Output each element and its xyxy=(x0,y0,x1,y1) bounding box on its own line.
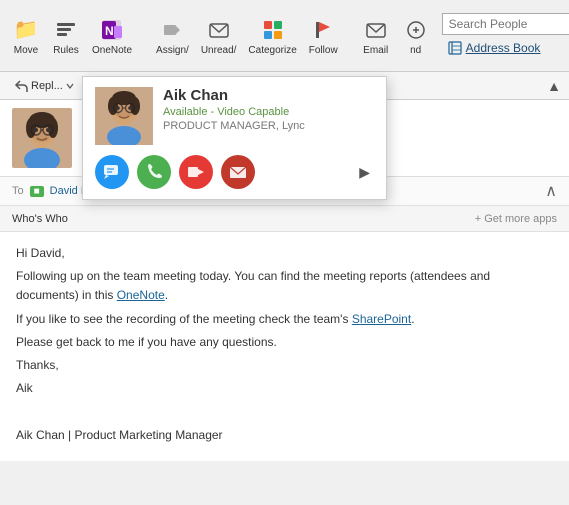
popup-contact-name: Aik Chan xyxy=(163,87,374,104)
unread-label: Unread/ xyxy=(201,45,237,56)
onenote-button[interactable]: N OneNote xyxy=(88,12,136,60)
nd-button[interactable]: nd xyxy=(398,12,434,60)
search-area: Address Book xyxy=(442,13,569,59)
rules-icon xyxy=(52,16,80,44)
rules-button[interactable]: Rules xyxy=(48,12,84,60)
reply-label: Repl... xyxy=(31,80,63,92)
body-dot2: . xyxy=(411,312,414,326)
body-line6: Thanks, xyxy=(16,356,553,375)
email-group-icon xyxy=(362,16,390,44)
popup-status: Available - Video Capable xyxy=(163,106,374,118)
body-signature: Aik Chan | Product Marketing Manager xyxy=(16,426,553,445)
onenote-label: OneNote xyxy=(92,45,132,56)
categories-button[interactable]: Categorize xyxy=(244,12,300,60)
chat-icon xyxy=(103,163,121,181)
assign-label: Assign/ xyxy=(156,45,189,56)
body-line5: Please get back to me if you have any qu… xyxy=(16,333,553,352)
search-input[interactable] xyxy=(442,13,569,35)
body-line2: Following up on the team meeting today. … xyxy=(16,267,553,305)
body-line7: Aik xyxy=(16,379,553,398)
email-group-button[interactable]: Email xyxy=(358,12,394,60)
unread-button[interactable]: Unread/ xyxy=(197,12,241,60)
to-expand-button[interactable]: ∧ xyxy=(545,181,557,201)
sharepoint-link[interactable]: SharePoint xyxy=(352,312,411,326)
move-label: Move xyxy=(14,45,38,56)
svg-text:N: N xyxy=(105,24,114,38)
phone-icon xyxy=(145,163,163,181)
nd-label: nd xyxy=(410,45,421,56)
onenote-link[interactable]: OneNote xyxy=(117,288,165,302)
address-book-label: Address Book xyxy=(466,41,541,55)
follow-icon xyxy=(309,16,337,44)
reply-button[interactable]: Repl... xyxy=(8,77,80,95)
popup-info: Aik Chan Available - Video Capable PRODU… xyxy=(163,87,374,132)
popup-actions: ▶ xyxy=(95,155,374,189)
toolbar-email-group: Email nd xyxy=(358,12,434,60)
nd-icon xyxy=(402,16,430,44)
svg-text:|: | xyxy=(117,107,119,116)
assign-button[interactable]: Assign/ xyxy=(152,12,193,60)
whos-who-label: Who's Who xyxy=(12,213,68,225)
whos-who-bar: Who's Who + Get more apps xyxy=(0,206,569,232)
body-line8 xyxy=(16,402,553,421)
popup-phone-button[interactable] xyxy=(137,155,171,189)
follow-button[interactable]: Follow xyxy=(305,12,342,60)
move-button[interactable]: 📁 Move xyxy=(8,12,44,60)
popup-header: | Aik Chan Available - Video Capable PRO… xyxy=(95,87,374,145)
popup-title: PRODUCT MANAGER, Lync xyxy=(163,120,374,132)
email-body: Hi David, Following up on the team meeti… xyxy=(0,232,569,461)
body-line4: If you like to see the recording of the … xyxy=(16,310,553,329)
body-text2: Following up on the team meeting today. … xyxy=(16,269,490,302)
categories-label: Categorize xyxy=(248,45,296,56)
popup-more-dropdown[interactable]: ▶ xyxy=(355,160,374,185)
rules-label: Rules xyxy=(53,45,79,56)
popup-video-button[interactable] xyxy=(179,155,213,189)
recipient-badge: ■ xyxy=(30,186,44,197)
categories-icon xyxy=(259,16,287,44)
popup-email-button[interactable] xyxy=(221,155,255,189)
address-book-icon xyxy=(448,41,462,55)
popup-chat-button[interactable] xyxy=(95,155,129,189)
unread-icon xyxy=(205,16,233,44)
follow-label: Follow xyxy=(309,45,338,56)
toolbar-move-group: 📁 Move Rules N OneNot xyxy=(8,12,136,60)
toolbar: 📁 Move Rules N OneNot xyxy=(0,0,569,72)
popup-avatar: | xyxy=(95,87,153,145)
email-group-label: Email xyxy=(363,45,388,56)
reply-dropdown-icon xyxy=(66,82,74,90)
assign-icon xyxy=(158,16,186,44)
email-icon xyxy=(229,163,247,181)
contact-popup: | Aik Chan Available - Video Capable PRO… xyxy=(82,76,387,200)
address-book-button[interactable]: Address Book xyxy=(442,37,569,59)
reply-icon xyxy=(14,79,28,93)
onenote-icon: N xyxy=(98,16,126,44)
body-dot1: . xyxy=(165,288,168,302)
to-label: To xyxy=(12,185,24,197)
move-icon: 📁 xyxy=(12,16,40,44)
sender-avatar xyxy=(12,108,72,168)
toolbar-expand-button[interactable]: ▲ xyxy=(547,78,561,94)
body-line1: Hi David, xyxy=(16,244,553,263)
video-icon xyxy=(187,163,205,181)
get-more-apps: + Get more apps xyxy=(475,213,557,225)
body-text4: If you like to see the recording of the … xyxy=(16,312,352,326)
toolbar-tag-group: Assign/ Unread/ Categorize xyxy=(152,12,342,60)
